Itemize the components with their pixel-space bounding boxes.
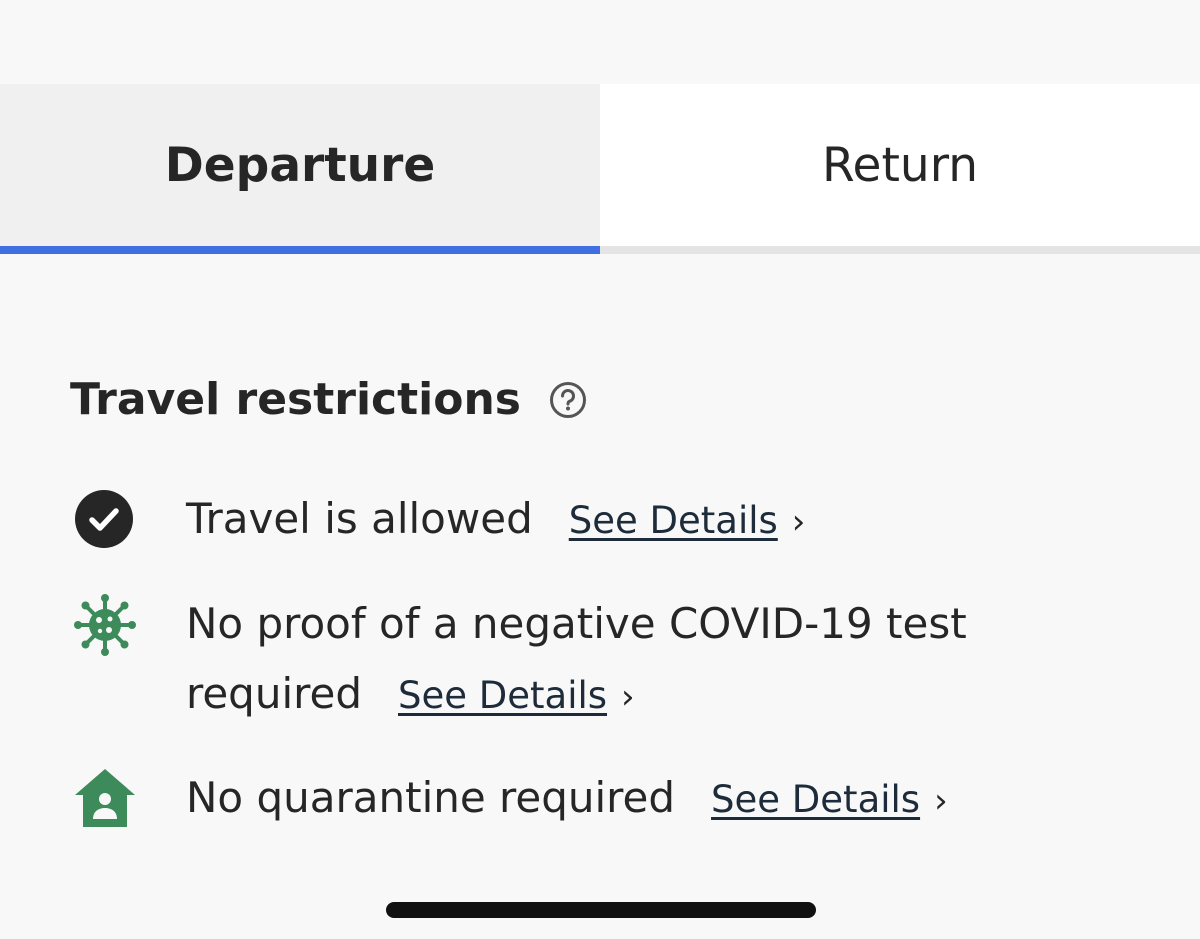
- restriction-label: No quarantine required: [186, 773, 676, 822]
- restriction-item-travel: Travel is allowed See Details ›: [70, 484, 1130, 559]
- tab-return-label: Return: [822, 137, 978, 193]
- see-details-link[interactable]: See Details: [711, 778, 920, 821]
- see-details-link[interactable]: See Details: [398, 674, 607, 717]
- chevron-right-icon: ›: [621, 677, 635, 717]
- chevron-right-icon: ›: [934, 781, 948, 821]
- restriction-label-line1: No proof of a negative COVID-19 test: [186, 599, 967, 648]
- restriction-text: Travel is allowed See Details ›: [186, 484, 805, 557]
- restriction-item-quarantine: No quarantine required See Details ›: [70, 763, 1130, 838]
- restriction-label-line2: required: [186, 669, 362, 718]
- restriction-item-covid-test: No proof of a negative COVID-19 test req…: [70, 589, 1130, 729]
- travel-restrictions-header: Travel restrictions: [70, 378, 587, 422]
- house-person-icon: [72, 765, 138, 831]
- restriction-text: No proof of a negative COVID-19 test req…: [186, 589, 967, 732]
- virus-icon: [73, 593, 137, 657]
- section-title: Travel restrictions: [70, 374, 521, 425]
- chevron-right-icon: ›: [791, 502, 806, 542]
- home-indicator[interactable]: [386, 902, 816, 918]
- restriction-text: No quarantine required See Details ›: [186, 763, 948, 836]
- check-circle-icon: [73, 488, 135, 550]
- tab-return[interactable]: Return: [600, 84, 1200, 254]
- page: Departure Return Travel restrictions Tra…: [0, 0, 1200, 939]
- restriction-label: Travel is allowed: [186, 494, 533, 543]
- see-details-link[interactable]: See Details: [569, 499, 778, 542]
- tab-bar: Departure Return: [0, 84, 1200, 254]
- question-circle-icon[interactable]: [549, 381, 587, 419]
- tab-departure[interactable]: Departure: [0, 84, 600, 254]
- tab-departure-label: Departure: [164, 137, 436, 193]
